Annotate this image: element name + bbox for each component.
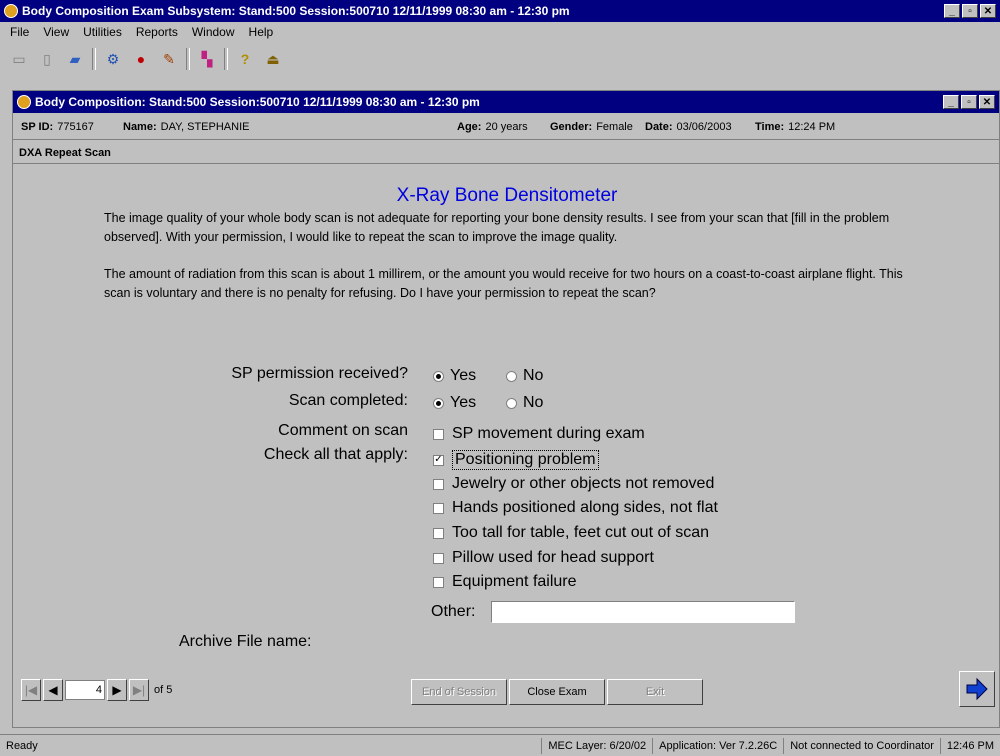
previous-record-button[interactable]: ◀ — [43, 679, 63, 701]
menu-file[interactable]: File — [10, 25, 29, 39]
check-all-label: Check all that apply: — [263, 446, 408, 463]
scan-completed-label: Scan completed: — [288, 392, 408, 409]
status-mec-layer: MEC Layer: 6/20/02 — [541, 737, 652, 754]
right-arrow-icon — [966, 677, 988, 701]
record-icon[interactable]: ● — [130, 48, 152, 70]
page-count: of 5 — [154, 684, 173, 696]
next-arrow-button[interactable] — [959, 671, 995, 707]
scan-completed-yes-radio[interactable] — [433, 397, 444, 409]
check-too-tall[interactable]: Too tall for table, feet cut out of scan — [433, 524, 709, 542]
form-heading: X-Ray Bone Densitometer — [396, 185, 618, 206]
comment-label: Comment on scan — [278, 422, 408, 439]
check-pillow[interactable]: Pillow used for head support — [433, 549, 654, 567]
status-ready: Ready — [6, 739, 38, 752]
sp-gender: Gender: Female — [550, 121, 633, 133]
menu-help[interactable]: Help — [249, 25, 274, 39]
toolbar-separator — [186, 48, 190, 70]
next-record-button[interactable]: ▶ — [107, 679, 127, 701]
menu-window[interactable]: Window — [192, 25, 235, 39]
script-paragraph-1: The image quality of your whole body sca… — [104, 211, 890, 244]
exam-maximize-button[interactable]: ▫ — [961, 95, 977, 109]
app-title: Body Composition Exam Subsystem: Stand:5… — [22, 4, 570, 18]
exam-date: Date: 03/06/2003 — [645, 121, 732, 133]
menu-bar: File View Utilities Reports Window Help — [0, 22, 1000, 42]
exit-icon[interactable]: ⏏ — [262, 48, 284, 70]
help-icon[interactable]: ? — [234, 48, 256, 70]
exam-title-bar[interactable]: Body Composition: Stand:500 Session:5007… — [13, 91, 999, 113]
status-application: Application: Ver 7.2.26C — [652, 737, 783, 754]
check-hands-positioned[interactable]: Hands positioned along sides, not flat — [433, 499, 718, 517]
checkbox[interactable] — [433, 478, 444, 490]
status-coordinator: Not connected to Coordinator — [783, 737, 940, 754]
checkbox[interactable] — [433, 502, 444, 514]
scan-completed-no-option[interactable]: No — [506, 394, 543, 412]
sp-age: Age: 20 years — [457, 121, 528, 133]
check-equipment-failure[interactable]: Equipment failure — [433, 573, 577, 591]
permission-question-label: SP permission received? — [231, 365, 408, 382]
exam-minimize-button[interactable]: _ — [943, 95, 959, 109]
checkbox[interactable] — [433, 428, 444, 440]
participant-info: SP ID: 775167 Name: DAY, STEPHANIE Age: 20 … — [13, 115, 999, 140]
exam-icon — [17, 95, 31, 109]
first-record-button[interactable]: |◀ — [21, 679, 41, 701]
permission-no-radio[interactable] — [506, 370, 517, 382]
end-session-button[interactable]: End of Session — [411, 679, 507, 705]
edit-icon[interactable]: ✎ — [158, 48, 180, 70]
check-sp-movement[interactable]: SP movement during exam — [433, 425, 645, 443]
sp-id: SP ID: 775167 — [21, 121, 94, 133]
toolbar-separator — [92, 48, 96, 70]
folder-icon[interactable]: ▰ — [64, 48, 86, 70]
exam-time: Time: 12:24 PM — [755, 121, 836, 133]
maximize-button[interactable]: ▫ — [962, 4, 978, 18]
script-paragraph-2: The amount of radiation from this scan i… — [104, 267, 903, 300]
exam-window: Body Composition: Stand:500 Session:5007… — [12, 90, 1000, 728]
exit-button[interactable]: Exit — [607, 679, 703, 705]
checkbox[interactable] — [433, 576, 444, 588]
check-positioning-problem[interactable]: ✓ Positioning problem — [433, 450, 599, 470]
network-icon[interactable]: ⚙ — [102, 48, 124, 70]
menu-view[interactable]: View — [43, 25, 69, 39]
check-jewelry[interactable]: Jewelry or other objects not removed — [433, 475, 714, 493]
status-clock: 12:46 PM — [939, 737, 1000, 754]
exam-close-button[interactable]: ✕ — [979, 95, 995, 109]
permission-yes-option[interactable]: Yes — [433, 367, 476, 385]
document-icon[interactable]: ▯ — [36, 48, 58, 70]
menu-utilities[interactable]: Utilities — [83, 25, 122, 39]
archive-file-label: Archive File name: — [179, 633, 312, 650]
scan-completed-yes-option[interactable]: Yes — [433, 394, 476, 412]
chart-icon[interactable]: ▚ — [196, 48, 218, 70]
page-number-field[interactable]: 4 — [65, 680, 105, 700]
toolbar-separator — [224, 48, 228, 70]
app-title-bar[interactable]: Body Composition Exam Subsystem: Stand:5… — [0, 0, 1000, 22]
exam-title: Body Composition: Stand:500 Session:5007… — [35, 95, 480, 109]
app-icon — [4, 4, 18, 18]
record-navigator: |◀ ◀ 4 ▶ ▶| of 5 — [21, 679, 172, 701]
checkbox-checked[interactable]: ✓ — [433, 454, 444, 466]
checkbox[interactable] — [433, 552, 444, 564]
close-button[interactable]: ✕ — [980, 4, 996, 18]
minimize-button[interactable]: _ — [944, 4, 960, 18]
status-bar: Ready MEC Layer: 6/20/02 Application: Ve… — [0, 734, 1000, 756]
open-icon[interactable]: ▭ — [8, 48, 30, 70]
section-label: DXA Repeat Scan — [13, 143, 999, 164]
toolbar: ▭ ▯ ▰ ⚙ ● ✎ ▚ ? ⏏ — [8, 44, 284, 74]
other-label: Other: — [431, 603, 476, 620]
last-record-button[interactable]: ▶| — [129, 679, 149, 701]
permission-yes-radio[interactable] — [433, 370, 444, 382]
scan-completed-no-radio[interactable] — [506, 397, 517, 409]
other-input[interactable] — [491, 601, 795, 623]
permission-no-option[interactable]: No — [506, 367, 543, 385]
menu-reports[interactable]: Reports — [136, 25, 178, 39]
sp-name: Name: DAY, STEPHANIE — [123, 121, 250, 133]
close-exam-button[interactable]: Close Exam — [509, 679, 605, 705]
checkbox[interactable] — [433, 527, 444, 539]
